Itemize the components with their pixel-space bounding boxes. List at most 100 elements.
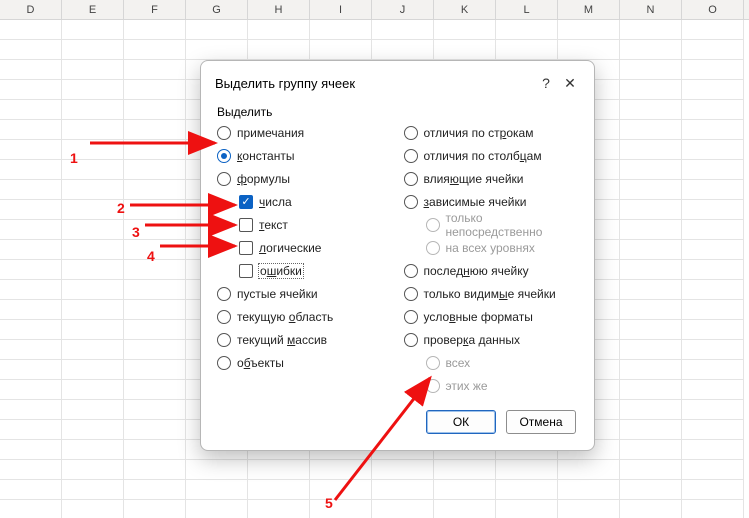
- cell[interactable]: [496, 460, 558, 480]
- cell[interactable]: [62, 340, 124, 360]
- cell[interactable]: [682, 80, 744, 100]
- cell[interactable]: [682, 20, 744, 40]
- opt-cond-formats[interactable]: условные форматы: [404, 307, 579, 327]
- cell[interactable]: [62, 240, 124, 260]
- cell[interactable]: [620, 20, 682, 40]
- col-header[interactable]: H: [248, 0, 310, 19]
- cell[interactable]: [0, 40, 62, 60]
- cell[interactable]: [124, 360, 186, 380]
- col-header[interactable]: M: [558, 0, 620, 19]
- cell[interactable]: [62, 380, 124, 400]
- cell[interactable]: [682, 360, 744, 380]
- opt-current-array[interactable]: текущий массив: [217, 330, 392, 350]
- cell[interactable]: [682, 140, 744, 160]
- cell[interactable]: [620, 500, 682, 518]
- cell[interactable]: [0, 220, 62, 240]
- cell[interactable]: [62, 140, 124, 160]
- cell[interactable]: [62, 60, 124, 80]
- cell[interactable]: [124, 40, 186, 60]
- cell[interactable]: [124, 100, 186, 120]
- cell[interactable]: [682, 380, 744, 400]
- cell[interactable]: [372, 40, 434, 60]
- cell[interactable]: [124, 400, 186, 420]
- cell[interactable]: [620, 80, 682, 100]
- opt-constants[interactable]: константы: [217, 146, 392, 166]
- opt-current-region[interactable]: текущую область: [217, 307, 392, 327]
- cell[interactable]: [620, 220, 682, 240]
- ok-button[interactable]: ОК: [426, 410, 496, 434]
- cell[interactable]: [558, 40, 620, 60]
- cell[interactable]: [124, 480, 186, 500]
- cell[interactable]: [0, 200, 62, 220]
- cell[interactable]: [0, 420, 62, 440]
- cell[interactable]: [496, 480, 558, 500]
- cell[interactable]: [248, 40, 310, 60]
- cell[interactable]: [0, 320, 62, 340]
- cell[interactable]: [124, 420, 186, 440]
- cell[interactable]: [620, 160, 682, 180]
- cell[interactable]: [124, 140, 186, 160]
- cell[interactable]: [682, 40, 744, 60]
- cell[interactable]: [62, 440, 124, 460]
- opt-blanks[interactable]: пустые ячейки: [217, 284, 392, 304]
- cell[interactable]: [62, 320, 124, 340]
- cell[interactable]: [620, 300, 682, 320]
- cell[interactable]: [310, 480, 372, 500]
- cell[interactable]: [62, 500, 124, 518]
- cell[interactable]: [62, 460, 124, 480]
- col-header[interactable]: O: [682, 0, 744, 19]
- col-header[interactable]: D: [0, 0, 62, 19]
- cell[interactable]: [620, 180, 682, 200]
- opt-formulas[interactable]: формулы: [217, 169, 392, 189]
- cell[interactable]: [248, 480, 310, 500]
- cell[interactable]: [0, 100, 62, 120]
- cell[interactable]: [682, 200, 744, 220]
- cell[interactable]: [62, 360, 124, 380]
- cell[interactable]: [682, 400, 744, 420]
- cell[interactable]: [62, 20, 124, 40]
- cell[interactable]: [682, 500, 744, 518]
- cell[interactable]: [620, 260, 682, 280]
- col-header[interactable]: E: [62, 0, 124, 19]
- cell[interactable]: [682, 480, 744, 500]
- cell[interactable]: [310, 460, 372, 480]
- opt-data-validation[interactable]: проверка данных: [404, 330, 579, 350]
- opt-col-diff[interactable]: отличия по столбцам: [404, 146, 579, 166]
- cell[interactable]: [124, 320, 186, 340]
- cell[interactable]: [620, 280, 682, 300]
- cell[interactable]: [620, 120, 682, 140]
- cell[interactable]: [124, 260, 186, 280]
- cell[interactable]: [682, 280, 744, 300]
- cell[interactable]: [0, 380, 62, 400]
- cell[interactable]: [620, 420, 682, 440]
- cell[interactable]: [0, 120, 62, 140]
- cell[interactable]: [620, 240, 682, 260]
- cell[interactable]: [496, 500, 558, 518]
- chk-errors[interactable]: ошибки: [217, 261, 392, 281]
- opt-row-diff[interactable]: отличия по строкам: [404, 123, 579, 143]
- cell[interactable]: [558, 480, 620, 500]
- chk-logical[interactable]: логические: [217, 238, 392, 258]
- cell[interactable]: [0, 280, 62, 300]
- cell[interactable]: [248, 20, 310, 40]
- cell[interactable]: [682, 100, 744, 120]
- cell[interactable]: [434, 460, 496, 480]
- cell[interactable]: [0, 340, 62, 360]
- opt-dependents[interactable]: зависимые ячейки: [404, 192, 579, 212]
- cell[interactable]: [0, 60, 62, 80]
- cell[interactable]: [124, 220, 186, 240]
- cell[interactable]: [0, 460, 62, 480]
- cell[interactable]: [124, 200, 186, 220]
- cell[interactable]: [620, 100, 682, 120]
- cell[interactable]: [124, 500, 186, 518]
- cell[interactable]: [558, 460, 620, 480]
- cell[interactable]: [620, 340, 682, 360]
- cell[interactable]: [310, 20, 372, 40]
- cell[interactable]: [310, 40, 372, 60]
- cell[interactable]: [62, 80, 124, 100]
- cell[interactable]: [0, 360, 62, 380]
- cell[interactable]: [620, 460, 682, 480]
- cell[interactable]: [124, 440, 186, 460]
- cell[interactable]: [682, 60, 744, 80]
- cell[interactable]: [434, 40, 496, 60]
